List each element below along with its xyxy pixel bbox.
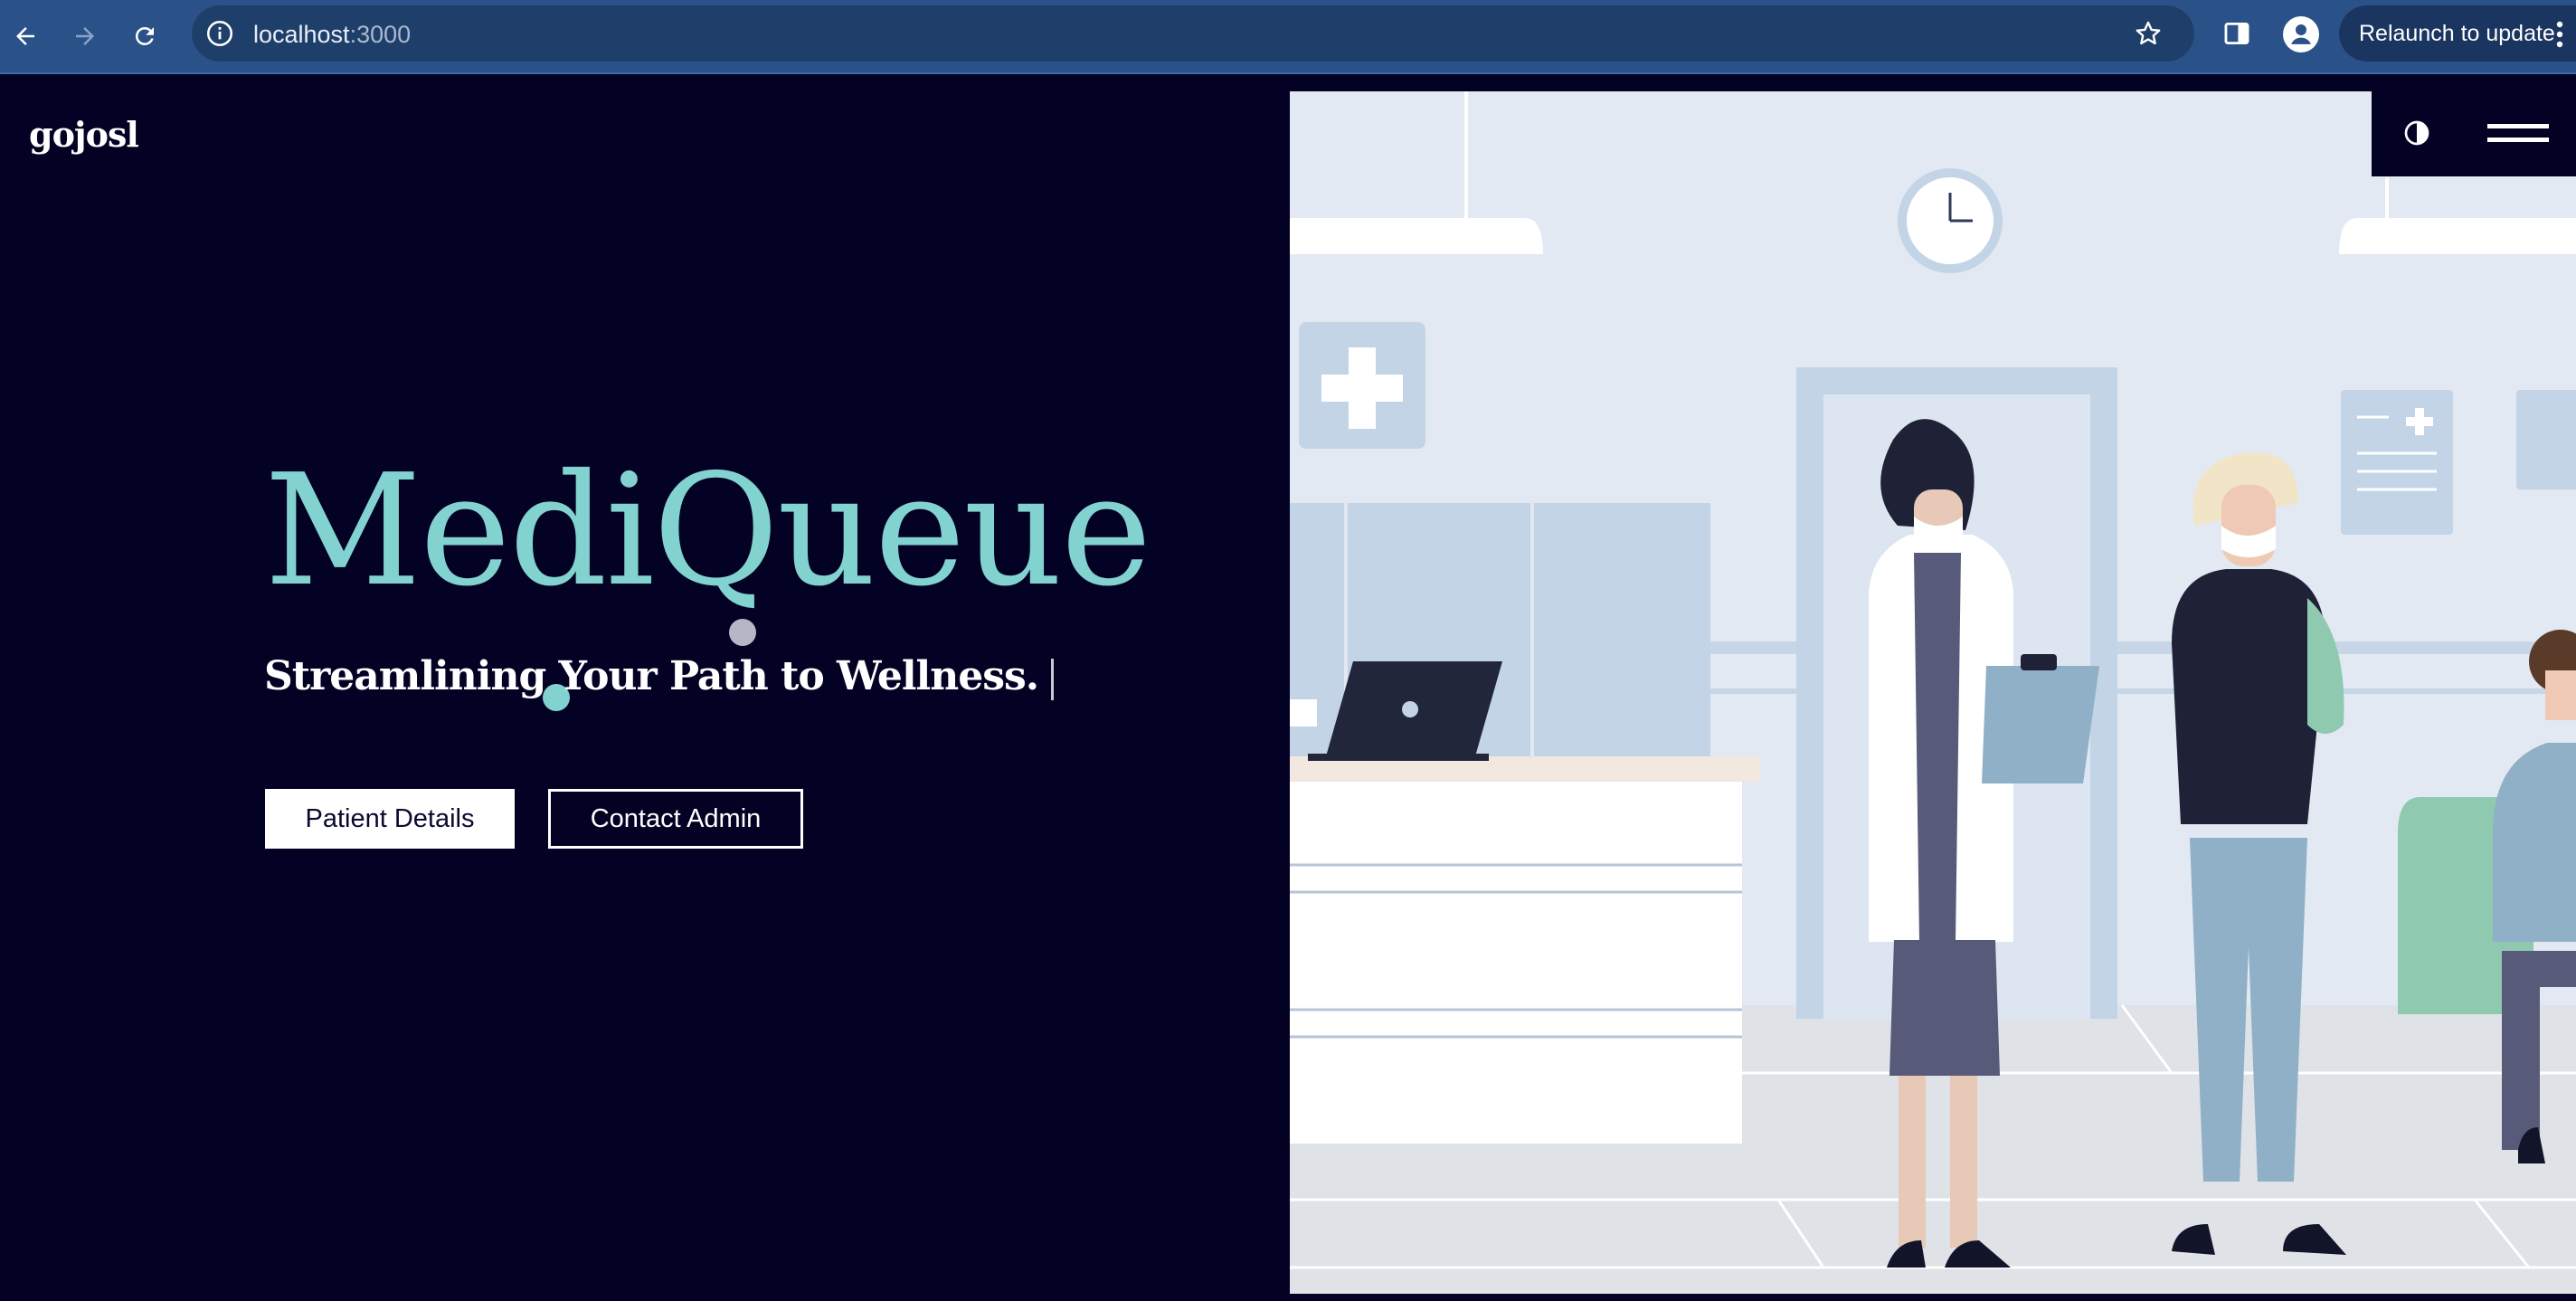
cursor-decoration [729,619,756,646]
hero-subtitle: Streamlining Your Path to Wellness. [264,653,1055,700]
header-controls [2372,91,2576,176]
hero-title: MediQueue [264,442,1151,621]
url-port: :3000 [349,21,412,48]
hamburger-menu-icon[interactable] [2487,120,2549,146]
theme-toggle-icon[interactable] [2402,119,2431,147]
url-host: localhost [253,21,350,48]
patient-details-button[interactable]: Patient Details [265,789,515,849]
hero-subtitle-text: Streamlining Your Path to Wellness. [264,653,1039,699]
side-panel-icon[interactable] [2221,18,2254,51]
url-text: localhost:3000 [253,21,411,49]
brand-logo[interactable]: gojosl [29,114,139,155]
back-arrow-icon[interactable] [5,16,45,56]
browser-toolbar: localhost:3000 Relaunch to update [0,0,2576,74]
star-icon[interactable] [2133,18,2164,49]
profile-icon[interactable] [2283,16,2319,52]
contact-admin-button[interactable]: Contact Admin [548,789,803,849]
more-vert-icon[interactable] [2554,20,2565,49]
site-info-icon[interactable] [204,18,235,49]
relaunch-button[interactable]: Relaunch to update [2339,5,2576,62]
address-bar[interactable]: localhost:3000 [192,5,2194,62]
page-body: gojosl MediQueue Streamlining Your Path … [0,74,2576,1301]
typing-caret [1051,658,1055,700]
relaunch-label: Relaunch to update [2359,21,2555,46]
hospital-illustration [1290,91,2576,1294]
forward-arrow-icon[interactable] [65,16,105,56]
reload-icon[interactable] [125,16,165,56]
